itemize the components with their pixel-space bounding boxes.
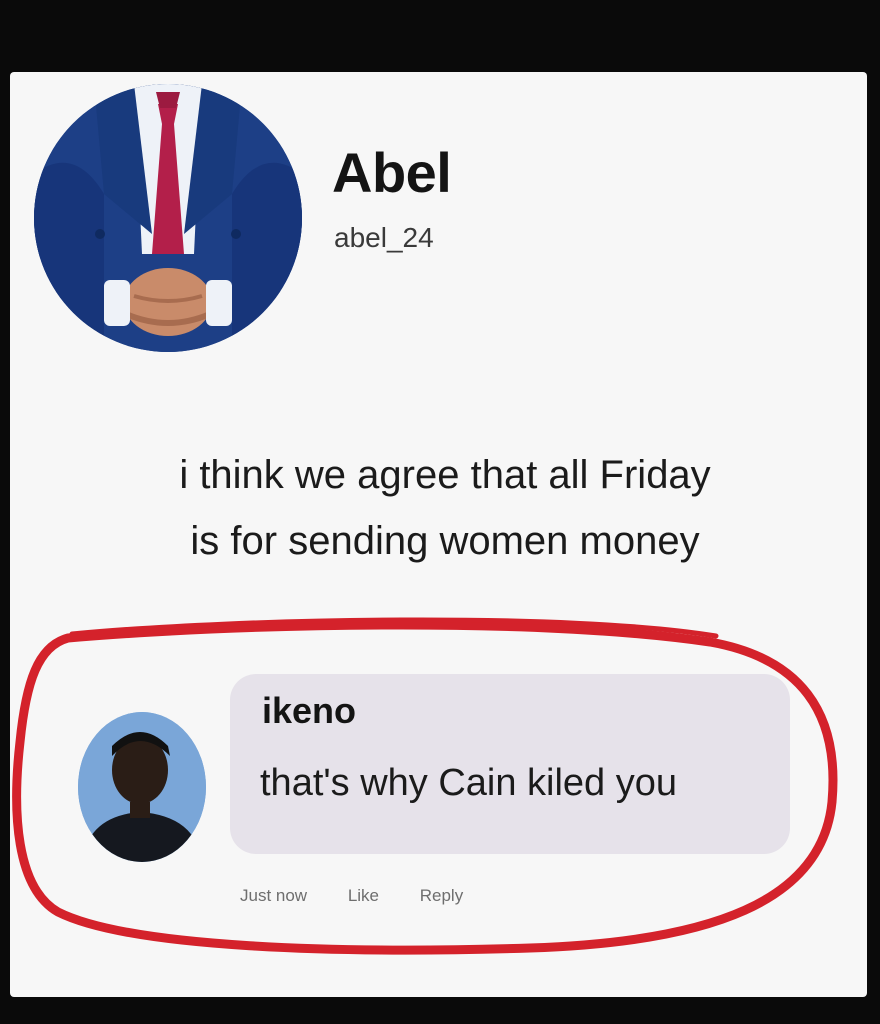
commenter-name[interactable]: ikeno [262, 690, 356, 732]
like-button[interactable]: Like [348, 886, 379, 906]
post-text-line: is for sending women money [190, 519, 700, 563]
post-header: Abel abel_24 [34, 84, 634, 354]
comment-text: that's why Cain kiled you [260, 762, 678, 804]
screenshot-frame: Abel abel_24 i think we agree that all F… [0, 0, 880, 1024]
comment-section: ikeno that's why Cain kiled you Just now… [10, 612, 867, 982]
author-name[interactable]: Abel [332, 140, 452, 205]
reply-button[interactable]: Reply [420, 886, 463, 906]
post-text: i think we agree that all Friday is for … [50, 442, 840, 574]
author-avatar[interactable] [34, 84, 302, 352]
person-icon [78, 712, 206, 862]
commenter-avatar[interactable] [78, 712, 206, 862]
comment-actions: Just now Like Reply [240, 886, 499, 906]
man-in-suit-icon [34, 84, 302, 352]
post-card: Abel abel_24 i think we agree that all F… [10, 72, 867, 997]
author-handle[interactable]: abel_24 [334, 222, 434, 254]
comment-timestamp: Just now [240, 886, 308, 905]
post-text-line: i think we agree that all Friday [179, 453, 711, 497]
